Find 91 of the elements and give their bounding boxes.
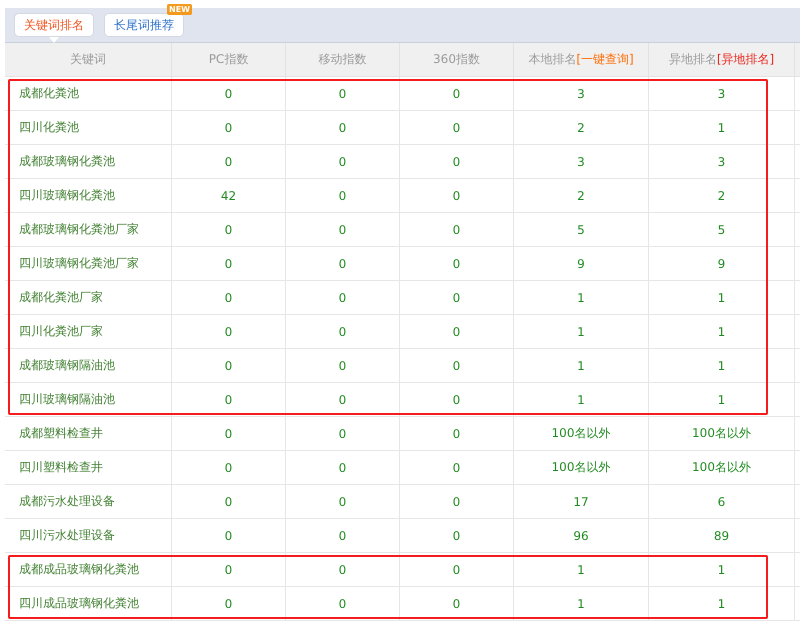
table-cell: 0	[400, 349, 514, 383]
table-cell: 0	[172, 111, 286, 145]
column-header: 关键词	[5, 43, 172, 77]
table-cell: 0	[172, 451, 286, 485]
table-cell: 3	[514, 77, 649, 111]
table-cell: 0	[286, 451, 400, 485]
table-cell: 0	[286, 111, 400, 145]
header-link[interactable]: [一键查询]	[576, 51, 634, 68]
table-cell: 0	[286, 247, 400, 281]
table-cell: 0	[172, 587, 286, 621]
table-cell: 0	[400, 417, 514, 451]
tab[interactable]: 长尾词推荐	[104, 13, 184, 37]
table-cell: 100名以外	[514, 417, 649, 451]
table-cell: 0	[286, 315, 400, 349]
table-cell: 0	[400, 213, 514, 247]
column-header: 异地排名	[668, 51, 717, 68]
table-cell: 3	[514, 145, 649, 179]
table-cell: 17	[514, 485, 649, 519]
keyword-cell: 成都玻璃钢化粪池厂家	[5, 213, 172, 247]
table-cell: 0	[400, 587, 514, 621]
table-cell: 0	[172, 315, 286, 349]
keyword-cell: 四川玻璃钢化粪池厂家	[5, 247, 172, 281]
table-cell: 1	[514, 587, 649, 621]
column-header: 360指数	[400, 43, 514, 77]
table-cell: 0	[400, 519, 514, 553]
table-cell: 0	[400, 281, 514, 315]
table-cell: 1	[514, 281, 649, 315]
table-cell: 0	[286, 587, 400, 621]
table-cell: 5	[514, 213, 649, 247]
keyword-cell: 四川玻璃钢隔油池	[5, 383, 172, 417]
table-cell: 0	[400, 247, 514, 281]
table-cell: 0	[286, 145, 400, 179]
keyword-cell: 四川污水处理设备	[5, 519, 172, 553]
table-cell: 0	[400, 111, 514, 145]
table-cell: 0	[400, 77, 514, 111]
column-header: PC指数	[172, 43, 286, 77]
table-cell: 0	[400, 451, 514, 485]
table-cell: 0	[172, 383, 286, 417]
table-cell: 0	[172, 417, 286, 451]
table-cell: 0	[400, 383, 514, 417]
table-cell: 0	[172, 349, 286, 383]
table-cell: 1	[514, 553, 649, 587]
column-header: 本地排名	[528, 51, 576, 68]
table-cell: 0	[286, 349, 400, 383]
table-cell: 0	[286, 519, 400, 553]
table-cell: 1	[514, 349, 649, 383]
table-cell: 0	[286, 213, 400, 247]
table-cell: 9	[514, 247, 649, 281]
table-cell: 0	[286, 417, 400, 451]
table-cell: 0	[172, 281, 286, 315]
table-cell: 0	[172, 213, 286, 247]
table-cell: 0	[286, 383, 400, 417]
keyword-cell: 四川成品玻璃钢化粪池	[5, 587, 172, 621]
table-cell: 0	[172, 485, 286, 519]
keyword-cell: 成都污水处理设备	[5, 485, 172, 519]
table-cell: 0	[172, 77, 286, 111]
tab[interactable]: 关键词排名	[14, 13, 94, 37]
new-badge: NEW	[167, 4, 192, 15]
keyword-cell: 成都成品玻璃钢化粪池	[5, 553, 172, 587]
keyword-cell: 四川玻璃钢化粪池	[5, 179, 172, 213]
table-cell: 0	[400, 553, 514, 587]
keyword-cell: 成都玻璃钢化粪池	[5, 145, 172, 179]
header-link[interactable]: [异地排名]	[716, 51, 774, 68]
table-cell: 0	[172, 519, 286, 553]
keyword-cell: 成都化粪池	[5, 77, 172, 111]
table-cell: 42	[172, 179, 286, 213]
table-cell: 0	[400, 315, 514, 349]
keyword-cell: 四川塑料检查井	[5, 451, 172, 485]
table-cell: 0	[172, 247, 286, 281]
table-cell: 0	[286, 281, 400, 315]
table-cell: 0	[400, 485, 514, 519]
column-header: 移动指数	[286, 43, 400, 77]
table-cell: 0	[286, 553, 400, 587]
table-cell: 0	[286, 485, 400, 519]
keyword-cell: 成都塑料检查井	[5, 417, 172, 451]
table-cell: 0	[400, 145, 514, 179]
keyword-cell: 成都玻璃钢隔油池	[5, 349, 172, 383]
table-cell: 0	[286, 77, 400, 111]
table-cell: 2	[514, 179, 649, 213]
table-cell: 96	[514, 519, 649, 553]
table-cell: 0	[172, 553, 286, 587]
table-cell: 100名以外	[514, 451, 649, 485]
table-cell: 0	[286, 179, 400, 213]
keyword-cell: 四川化粪池厂家	[5, 315, 172, 349]
table-cell: 0	[400, 179, 514, 213]
table-cell: 1	[514, 315, 649, 349]
keyword-cell: 成都化粪池厂家	[5, 281, 172, 315]
table-cell: 0	[172, 145, 286, 179]
table-cell: 2	[514, 111, 649, 145]
table-cell: 1	[514, 383, 649, 417]
keyword-cell: 四川化粪池	[5, 111, 172, 145]
